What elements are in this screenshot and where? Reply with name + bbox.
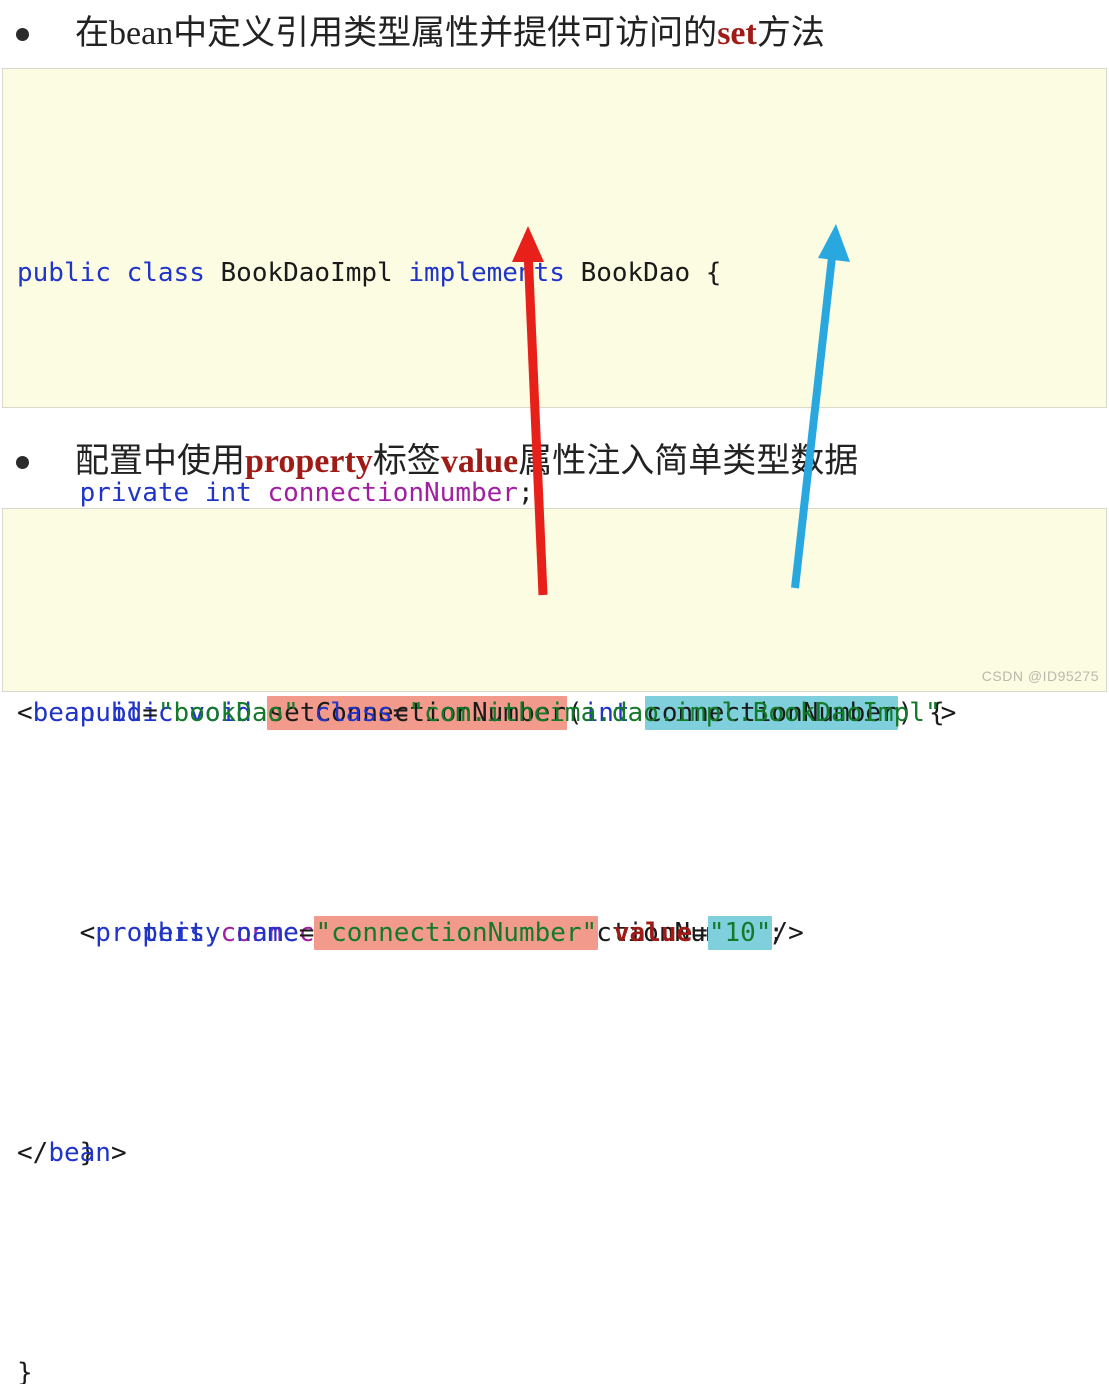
- csdn-watermark: CSDN @ID95275: [981, 668, 1099, 684]
- token-xml-open-1: <: [17, 698, 33, 728]
- xml-code-block: <bean id="bookDao" class="com.itheima.da…: [2, 508, 1107, 1168]
- token-xml-attr-id: id: [110, 698, 143, 728]
- bullet-heading-1-text: 在bean中定义引用类型属性并提供可访问的set方法: [75, 14, 825, 54]
- token-xml-eq-1: =: [142, 698, 158, 728]
- bullet-1-part-1: set: [717, 15, 757, 52]
- token-public: public: [17, 258, 111, 288]
- highlight-property-name-value: "connectionNumber": [314, 916, 599, 950]
- token-implements: implements: [408, 258, 565, 288]
- token-interface-name: BookDao: [580, 258, 691, 288]
- java-code-line-6: }: [17, 1346, 1106, 1384]
- token-xml-attr-value: value: [613, 918, 693, 948]
- token-close-brace-2: }: [17, 1358, 33, 1384]
- token-xml-open-3: </: [17, 1138, 49, 1168]
- xml-code-line-3: </bean>: [17, 1126, 1106, 1181]
- token-open-brace: {: [705, 258, 722, 288]
- token-xml-eq-4: =: [692, 918, 708, 948]
- bullet-2-part-2: 标签: [372, 443, 441, 480]
- bullet-dot-icon: [16, 27, 29, 41]
- bullet-2-part-3: value: [440, 443, 519, 480]
- bullet-2-part-0: 配置中使用: [75, 443, 245, 480]
- token-xml-tag-bean: bean: [32, 698, 96, 728]
- token-xml-val-id: "bookDao": [157, 698, 299, 728]
- bullet-1-part-0: 在bean中定义引用类型属性并提供可访问的: [75, 15, 718, 52]
- bullet-heading-2-text: 配置中使用property标签value属性注入简单类型数据: [75, 442, 858, 482]
- token-class-name: BookDaoImpl: [220, 258, 393, 288]
- token-xml-close-2: />: [772, 918, 804, 948]
- xml-code-line-2: <property name="connectionNumber" value=…: [17, 906, 1106, 961]
- token-class: class: [126, 258, 205, 288]
- bullet-2-part-1: property: [245, 443, 373, 480]
- bullet-heading-1: 在bean中定义引用类型属性并提供可访问的set方法: [0, 6, 1109, 62]
- token-xml-eq-3: =: [298, 918, 315, 948]
- token-xml-attr-name: name: [236, 918, 299, 948]
- java-code-line-1: public class BookDaoImpl implements Book…: [17, 246, 1106, 301]
- bullet-heading-2: 配置中使用property标签value属性注入简单类型数据: [0, 434, 1109, 490]
- token-xml-attr-class: class: [314, 698, 393, 728]
- token-xml-val-class: "com.itheima.dao.impl.BookDaoImpl": [408, 698, 941, 728]
- slide-page: 在bean中定义引用类型属性并提供可访问的set方法 public class …: [0, 0, 1109, 1384]
- highlight-property-value-value: "10": [707, 916, 773, 950]
- java-code-block: public class BookDaoImpl implements Book…: [2, 68, 1107, 1384]
- token-xml-eq-2: =: [392, 698, 409, 728]
- bullet-dot-icon-2: [16, 455, 29, 469]
- bullet-2-part-4: 属性注入简单类型数据: [518, 443, 859, 480]
- token-xml-open-2: <: [79, 918, 96, 948]
- token-xml-tag-property: property: [95, 918, 221, 948]
- token-xml-tag-bean-close: bean: [48, 1138, 111, 1168]
- bullet-1-part-2: 方法: [756, 15, 825, 52]
- xml-code-line-1: <bean id="bookDao" class="com.itheima.da…: [17, 686, 1106, 741]
- token-xml-close-3: >: [110, 1138, 127, 1168]
- token-xml-close-1: >: [940, 698, 957, 728]
